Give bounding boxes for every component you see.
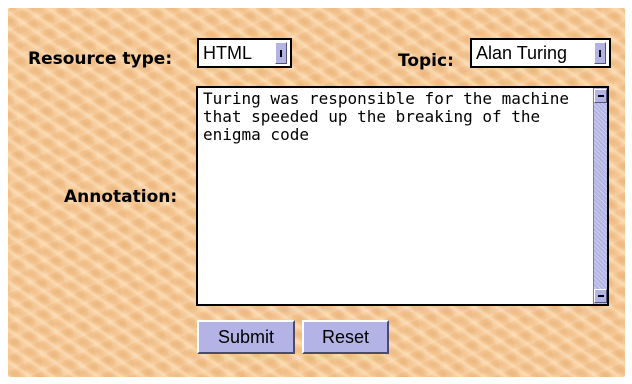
dropdown-arrow-icon[interactable] xyxy=(275,42,287,64)
dropdown-arrow-icon[interactable] xyxy=(594,42,606,64)
scroll-up-arrow-icon[interactable] xyxy=(594,89,607,103)
scroll-down-arrow-icon[interactable] xyxy=(594,289,607,303)
topic-select[interactable]: Alan Turing xyxy=(470,38,611,68)
annotation-label: Annotation: xyxy=(64,187,178,207)
resource-type-label: Resource type: xyxy=(28,49,173,69)
topic-selected-value: Alan Turing xyxy=(476,42,568,63)
topic-label: Topic: xyxy=(398,51,454,71)
resource-type-selected-value: HTML xyxy=(203,42,252,63)
resource-type-select[interactable]: HTML xyxy=(197,38,292,68)
annotation-scrollbar[interactable] xyxy=(593,88,607,304)
annotation-textarea[interactable]: Turing was responsible for the machine t… xyxy=(196,86,609,306)
annotation-text[interactable]: Turing was responsible for the machine t… xyxy=(203,90,588,144)
reset-button[interactable]: Reset xyxy=(302,320,389,354)
submit-button[interactable]: Submit xyxy=(197,320,295,354)
